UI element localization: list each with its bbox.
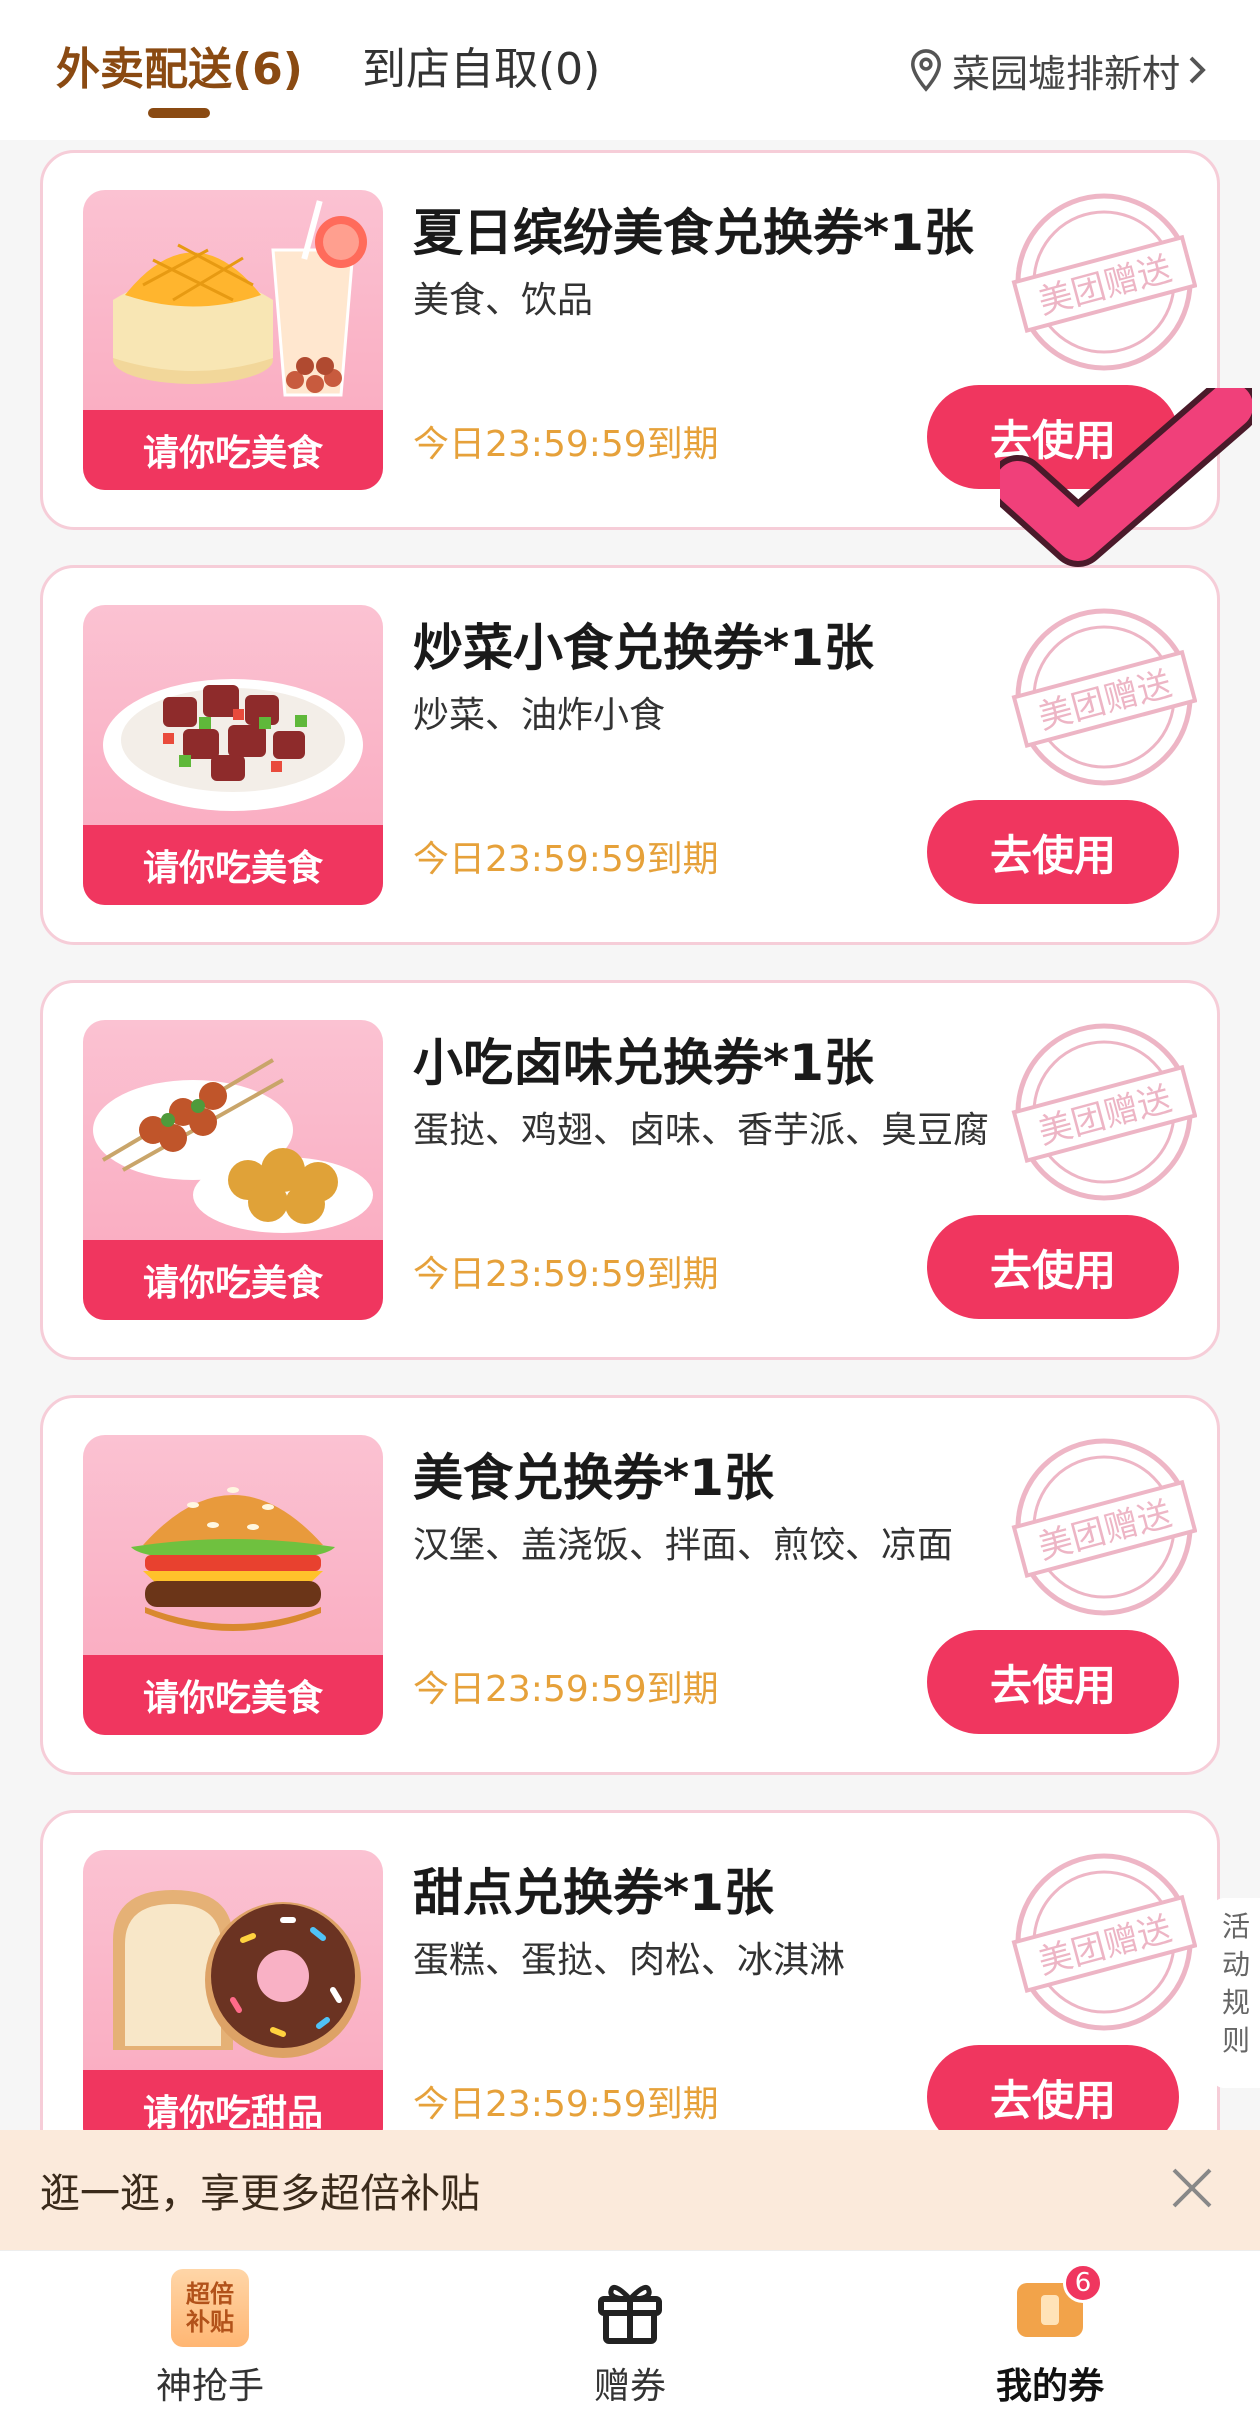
coupon-items: 汉堡、盖浇饭、拌面、煎饺、凉面 (413, 1525, 954, 1566)
coupon-items: 蛋挞、鸡翅、卤味、香芋派、臭豆腐 (413, 1110, 990, 1151)
top-tab-bar: 外卖配送(6) 到店自取(0) 菜园墟排新村 (0, 0, 1260, 140)
nav-label: 神抢手 (155, 2366, 264, 2407)
coupon-items: 美食、饮品 (413, 280, 594, 321)
coupon-expire: 今日23:59:59到期 (413, 839, 719, 880)
coupon-banner: 请你吃美食 (83, 1240, 383, 1320)
nav-item-super-subsidy[interactable]: 超倍 补贴 神抢手 (60, 2261, 360, 2410)
coupon-banner: 请你吃美食 (83, 410, 383, 490)
close-icon[interactable] (1160, 2156, 1224, 2220)
rules-char: 规 (1221, 1986, 1250, 2019)
meituan-gift-stamp: 美团赠送 (1011, 193, 1197, 371)
coupon-icon: 6 (1011, 2263, 1103, 2347)
coupon-image: 请你吃甜品 (83, 1850, 383, 2150)
nav-item-gift-coupons[interactable]: 赠券 (480, 2261, 780, 2410)
coupon-title: 小吃卤味兑换券*1张 (413, 1034, 874, 1092)
super-subsidy-icon: 超倍 补贴 (171, 2269, 249, 2347)
tab-pickup[interactable]: 到店自取(0) (362, 40, 600, 100)
coupon-image: 请你吃美食 (83, 190, 383, 490)
coupon-count-badge: 6 (1063, 2263, 1103, 2303)
coupon-title: 甜点兑换券*1张 (413, 1864, 774, 1922)
coupon-image: 请你吃美食 (83, 605, 383, 905)
coupon-card: 请你吃美食 美食兑换券*1张 汉堡、盖浇饭、拌面、煎饺、凉面 今日23:59:5… (40, 1395, 1220, 1775)
bottom-nav: 超倍 补贴 神抢手 赠券 6 我的券 (0, 2250, 1260, 2410)
activity-rules-tab[interactable]: 活 动 规 则 (1212, 1898, 1260, 2088)
chevron-right-icon (1189, 56, 1206, 84)
rules-char: 动 (1221, 1948, 1250, 1981)
nav-label: 赠券 (593, 2366, 666, 2407)
promo-text: 逛一逛，享更多超倍补贴 (40, 2171, 480, 2217)
toast-and-donut-image (113, 1890, 361, 2058)
rules-char: 活 (1221, 1910, 1250, 1943)
icon-text: 超倍 (186, 2280, 234, 2308)
coupon-items: 蛋糕、蛋挞、肉松、冰淇淋 (413, 1940, 846, 1981)
meituan-gift-stamp: 美团赠送 (1011, 1438, 1197, 1616)
hamburger-image (131, 1487, 335, 1631)
coupon-card: 请你吃美食 炒菜小食兑换券*1张 炒菜、油炸小食 今日23:59:59到期 美团… (40, 565, 1220, 945)
use-coupon-button[interactable]: 去使用 (927, 1215, 1179, 1319)
stir-fried-beef-cubes-image (103, 679, 363, 811)
coupon-card: 请你吃美食 小吃卤味兑换券*1张 蛋挞、鸡翅、卤味、香芋派、臭豆腐 今日23:5… (40, 980, 1220, 1360)
location-name: 菜园墟排新村 (951, 51, 1180, 96)
icon-text: 补贴 (186, 2308, 234, 2336)
skewers-and-fried-chicken-image (93, 1058, 373, 1233)
active-tab-indicator (148, 108, 210, 118)
checkmark-icon (1000, 388, 1252, 567)
gift-icon (598, 2284, 662, 2344)
location-pin-icon (911, 49, 941, 92)
tab-delivery[interactable]: 外卖配送(6) (56, 40, 303, 100)
meituan-gift-stamp: 美团赠送 (1011, 1853, 1197, 2031)
meituan-gift-stamp: 美团赠送 (1011, 608, 1197, 786)
coupon-banner: 请你吃美食 (83, 825, 383, 905)
use-coupon-button[interactable]: 去使用 (927, 800, 1179, 904)
coupon-items: 炒菜、油炸小食 (413, 695, 666, 736)
coupon-expire: 今日23:59:59到期 (413, 424, 719, 465)
coupon-image: 请你吃美食 (83, 1435, 383, 1735)
rules-char: 则 (1221, 2024, 1250, 2057)
coupon-title: 美食兑换券*1张 (413, 1449, 774, 1507)
coupon-expire: 今日23:59:59到期 (413, 1669, 719, 1710)
coupon-title: 炒菜小食兑换券*1张 (413, 619, 874, 677)
nav-item-my-coupons[interactable]: 6 我的券 (900, 2261, 1200, 2410)
mango-cake-and-bubble-tea-image (113, 200, 367, 397)
coupon-expire: 今日23:59:59到期 (413, 2084, 719, 2125)
use-coupon-button[interactable]: 去使用 (927, 1630, 1179, 1734)
coupon-expire: 今日23:59:59到期 (413, 1254, 719, 1295)
coupon-banner: 请你吃美食 (83, 1655, 383, 1735)
coupon-image: 请你吃美食 (83, 1020, 383, 1320)
meituan-gift-stamp: 美团赠送 (1011, 1023, 1197, 1201)
promo-banner[interactable]: 逛一逛，享更多超倍补贴 (0, 2130, 1260, 2250)
nav-label: 我的券 (995, 2366, 1104, 2407)
location-selector[interactable]: 菜园墟排新村 (908, 44, 1206, 96)
coupon-title: 夏日缤纷美食兑换券*1张 (413, 204, 974, 262)
